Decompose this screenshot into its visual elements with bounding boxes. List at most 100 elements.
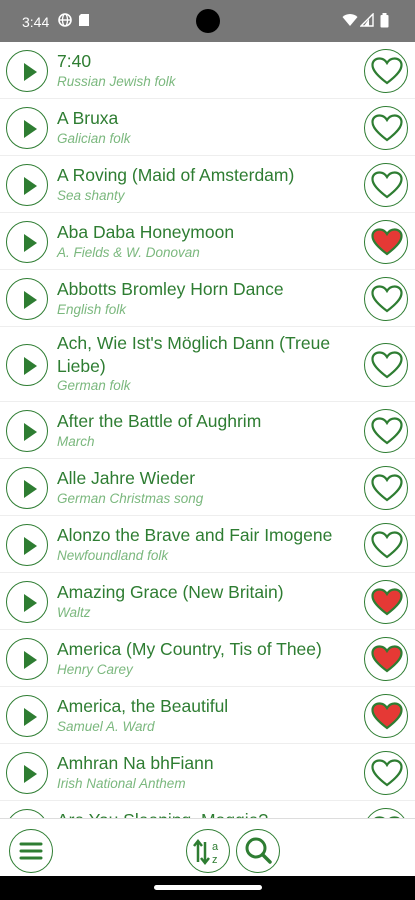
play-button[interactable] bbox=[6, 809, 48, 818]
heart-filled-icon bbox=[371, 588, 403, 616]
heart-outline-icon bbox=[371, 531, 403, 559]
song-title: America, the Beautiful bbox=[57, 696, 229, 716]
favorite-button[interactable] bbox=[364, 49, 408, 93]
song-row[interactable]: Abbotts Bromley Horn Dance English folk bbox=[0, 270, 415, 327]
song-row[interactable]: Aba Daba Honeymoon A. Fields & W. Donovan bbox=[0, 213, 415, 270]
play-button[interactable] bbox=[6, 221, 48, 263]
song-title: Abbotts Bromley Horn Dance bbox=[57, 279, 284, 299]
favorite-button[interactable] bbox=[364, 694, 408, 738]
song-row[interactable]: Are You Sleeping, Maggie? bbox=[0, 801, 415, 818]
favorite-button[interactable] bbox=[364, 106, 408, 150]
menu-button[interactable] bbox=[9, 829, 53, 873]
play-button[interactable] bbox=[6, 581, 48, 623]
song-title: A Bruxa bbox=[57, 108, 119, 128]
song-subtitle: English folk bbox=[57, 302, 127, 317]
play-button[interactable] bbox=[6, 638, 48, 680]
song-title: Amazing Grace (New Britain) bbox=[57, 582, 284, 602]
song-title: Alonzo the Brave and Fair Imogene bbox=[57, 525, 333, 545]
favorite-button[interactable] bbox=[364, 637, 408, 681]
play-button[interactable] bbox=[6, 752, 48, 794]
song-subtitle: German Christmas song bbox=[57, 491, 204, 506]
signal-icon bbox=[359, 12, 374, 32]
play-icon bbox=[7, 810, 49, 818]
song-row[interactable]: A Roving (Maid of Amsterdam) Sea shanty bbox=[0, 156, 415, 213]
search-button[interactable] bbox=[236, 829, 280, 873]
song-row[interactable]: After the Battle of Aughrim March bbox=[0, 402, 415, 459]
play-button[interactable] bbox=[6, 524, 48, 566]
heart-outline-icon bbox=[371, 171, 403, 199]
song-subtitle: Newfoundland folk bbox=[57, 548, 169, 563]
song-row[interactable]: America (My Country, Tis of Thee) Henry C… bbox=[0, 630, 415, 687]
magnifier-icon bbox=[245, 837, 272, 864]
song-title: After the Battle of Aughrim bbox=[57, 411, 262, 431]
song-subtitle: A. Fields & W. Donovan bbox=[57, 245, 200, 260]
sort-letter-a: a bbox=[212, 841, 219, 853]
sort-letter-z: z bbox=[212, 854, 218, 866]
heart-outline-icon bbox=[371, 114, 403, 142]
song-row[interactable]: A Bruxa Galician folk bbox=[0, 99, 415, 156]
song-subtitle: Sea shanty bbox=[57, 188, 125, 203]
home-gesture-handle[interactable] bbox=[154, 885, 262, 890]
play-button[interactable] bbox=[6, 467, 48, 509]
play-icon bbox=[24, 651, 37, 669]
play-button[interactable] bbox=[6, 410, 48, 452]
favorite-button[interactable] bbox=[364, 751, 408, 795]
song-row[interactable]: Alle Jahre Wieder German Christmas song bbox=[0, 459, 415, 516]
song-row[interactable]: Alonzo the Brave and Fair Imogene Newfoun… bbox=[0, 516, 415, 573]
front-camera bbox=[196, 9, 220, 33]
favorite-button[interactable] bbox=[364, 277, 408, 321]
play-button[interactable] bbox=[6, 278, 48, 320]
song-row[interactable]: Amazing Grace (New Britain) Waltz bbox=[0, 573, 415, 630]
play-icon bbox=[24, 63, 37, 81]
play-icon bbox=[24, 120, 37, 138]
song-list[interactable]: 7:40 Russian Jewish folk A Bruxa Galician f… bbox=[0, 42, 415, 818]
heart-filled-icon bbox=[371, 702, 403, 730]
song-title: Ach, Wie Ist's Möglich Dann (Treue Liebe… bbox=[57, 333, 331, 376]
status-time: 3:44 bbox=[22, 14, 50, 30]
play-button[interactable] bbox=[6, 50, 48, 92]
favorite-button[interactable] bbox=[364, 409, 408, 453]
heart-outline-icon bbox=[371, 351, 403, 379]
favorite-button[interactable] bbox=[364, 163, 408, 207]
favorite-button[interactable] bbox=[364, 220, 408, 264]
song-row[interactable]: America, the Beautiful Samuel A. Ward bbox=[0, 687, 415, 744]
play-icon bbox=[24, 594, 37, 612]
song-subtitle: German folk bbox=[57, 378, 131, 393]
play-icon bbox=[24, 423, 37, 441]
battery-icon bbox=[380, 13, 389, 33]
song-row[interactable]: Amhran Na bhFiann Irish National Anthem bbox=[0, 744, 415, 801]
song-title: A Roving (Maid of Amsterdam) bbox=[57, 165, 295, 185]
song-subtitle: Russian Jewish folk bbox=[57, 74, 176, 89]
song-title: Are You Sleeping, Maggie? bbox=[57, 809, 355, 818]
sort-button[interactable]: a z bbox=[186, 829, 230, 873]
system-navigation-bar bbox=[0, 876, 415, 900]
song-title: Amhran Na bhFiann bbox=[57, 753, 214, 773]
play-button[interactable] bbox=[6, 107, 48, 149]
play-button[interactable] bbox=[6, 695, 48, 737]
hamburger-menu-icon bbox=[19, 842, 43, 860]
play-button[interactable] bbox=[6, 164, 48, 206]
play-icon bbox=[24, 480, 37, 498]
favorite-button[interactable] bbox=[364, 808, 408, 818]
song-row[interactable]: Ach, Wie Ist's Möglich Dann (Treue Liebe… bbox=[0, 327, 415, 402]
song-subtitle: Henry Carey bbox=[57, 662, 133, 677]
song-title: Alle Jahre Wieder bbox=[57, 468, 196, 488]
song-subtitle: Samuel A. Ward bbox=[57, 719, 155, 734]
song-title: America (My Country, Tis of Thee) bbox=[57, 639, 322, 659]
favorite-button[interactable] bbox=[364, 466, 408, 510]
favorite-button[interactable] bbox=[364, 580, 408, 624]
heart-outline-icon bbox=[374, 816, 400, 818]
heart-outline-icon bbox=[371, 759, 403, 787]
sort-alphabetical-icon: a z bbox=[193, 838, 219, 866]
status-bar: 3:44 bbox=[0, 0, 415, 42]
song-subtitle: Irish National Anthem bbox=[57, 776, 186, 791]
play-button[interactable] bbox=[6, 344, 48, 386]
song-row[interactable]: 7:40 Russian Jewish folk bbox=[0, 42, 415, 99]
favorite-button[interactable] bbox=[364, 523, 408, 567]
favorite-button[interactable] bbox=[364, 343, 408, 387]
song-title: Aba Daba Honeymoon bbox=[57, 222, 235, 242]
heart-outline-icon bbox=[371, 474, 403, 502]
vpn-globe-icon bbox=[58, 13, 72, 32]
play-icon bbox=[24, 537, 37, 555]
play-icon bbox=[24, 234, 37, 252]
